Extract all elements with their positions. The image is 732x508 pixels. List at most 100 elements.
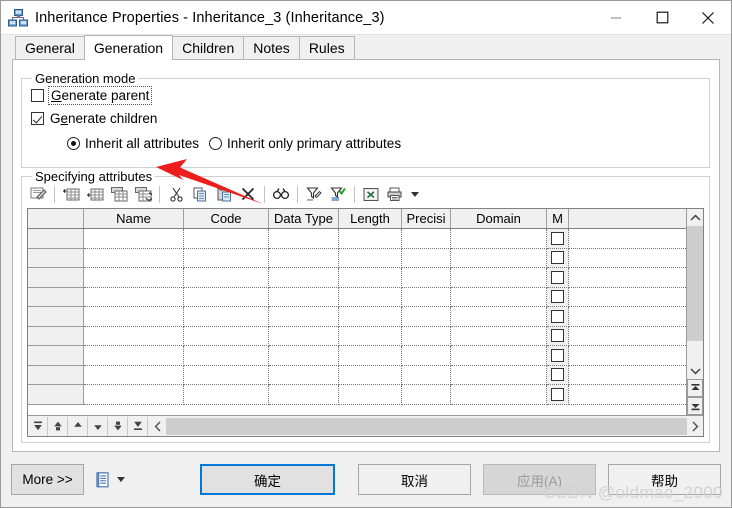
row-header-cell[interactable] xyxy=(28,326,84,346)
table-cell[interactable] xyxy=(339,326,402,346)
table-cell[interactable] xyxy=(569,326,686,346)
tab-children[interactable]: Children xyxy=(172,36,245,59)
table-cell[interactable] xyxy=(569,248,686,268)
mandatory-checkbox[interactable] xyxy=(551,309,564,323)
table-cell[interactable] xyxy=(269,268,339,288)
column-header-precision[interactable]: Precisi xyxy=(402,209,451,228)
filter-edit-icon[interactable] xyxy=(302,183,326,205)
mandatory-checkbox[interactable] xyxy=(551,270,564,284)
table-cell[interactable] xyxy=(451,346,547,366)
maximize-button[interactable] xyxy=(639,1,685,34)
mandatory-cell[interactable] xyxy=(547,229,569,249)
table-cell[interactable] xyxy=(451,287,547,307)
table-cell[interactable] xyxy=(451,307,547,327)
column-header-rownum[interactable] xyxy=(28,209,84,228)
tab-general[interactable]: General xyxy=(15,36,85,59)
move-up-top-icon[interactable] xyxy=(48,416,68,436)
tab-generation[interactable]: Generation xyxy=(83,35,174,60)
mandatory-checkbox[interactable] xyxy=(551,251,564,265)
table-row[interactable] xyxy=(28,365,686,385)
table-cell[interactable] xyxy=(184,326,269,346)
table-cell[interactable] xyxy=(269,248,339,268)
ok-button[interactable]: 确定 xyxy=(200,464,335,495)
table-cell[interactable] xyxy=(84,248,184,268)
paste-icon[interactable] xyxy=(212,183,236,205)
table-cell[interactable] xyxy=(269,346,339,366)
table-cell[interactable] xyxy=(184,248,269,268)
row-header-cell[interactable] xyxy=(28,268,84,288)
column-header-mandatory[interactable]: M xyxy=(547,209,569,228)
table-row[interactable] xyxy=(28,229,686,249)
copy-icon[interactable] xyxy=(188,183,212,205)
tab-notes[interactable]: Notes xyxy=(243,36,300,59)
mandatory-cell[interactable] xyxy=(547,365,569,385)
row-header-cell[interactable] xyxy=(28,365,84,385)
table-cell[interactable] xyxy=(339,248,402,268)
table-cell[interactable] xyxy=(339,346,402,366)
print-icon[interactable] xyxy=(383,183,407,205)
cut-icon[interactable] xyxy=(164,183,188,205)
table-cell[interactable] xyxy=(339,268,402,288)
table-cell[interactable] xyxy=(451,365,547,385)
grid-vertical-scrollbar[interactable] xyxy=(686,209,703,415)
table-cell[interactable] xyxy=(84,287,184,307)
column-header-domain[interactable]: Domain xyxy=(451,209,547,228)
generate-parent-checkbox[interactable]: Generate parent xyxy=(31,86,153,105)
table-cell[interactable] xyxy=(402,229,451,249)
table-cell[interactable] xyxy=(402,248,451,268)
move-up-icon[interactable] xyxy=(68,416,88,436)
delete-icon[interactable] xyxy=(236,183,260,205)
table-cell[interactable] xyxy=(184,229,269,249)
more-button[interactable]: More >> xyxy=(11,464,84,495)
move-down-bottom-icon[interactable] xyxy=(108,416,128,436)
add-list-icon[interactable] xyxy=(107,183,131,205)
mandatory-cell[interactable] xyxy=(547,268,569,288)
table-cell[interactable] xyxy=(402,307,451,327)
table-cell[interactable] xyxy=(184,268,269,288)
move-down-icon[interactable] xyxy=(88,416,108,436)
table-cell[interactable] xyxy=(84,326,184,346)
filter-apply-icon[interactable] xyxy=(326,183,350,205)
table-cell[interactable] xyxy=(184,385,269,405)
add-row-icon[interactable] xyxy=(83,183,107,205)
table-cell[interactable] xyxy=(339,287,402,307)
table-cell[interactable] xyxy=(184,365,269,385)
move-first-icon[interactable] xyxy=(28,416,48,436)
table-cell[interactable] xyxy=(84,229,184,249)
table-cell[interactable] xyxy=(339,365,402,385)
table-cell[interactable] xyxy=(84,365,184,385)
table-cell[interactable] xyxy=(339,385,402,405)
table-cell[interactable] xyxy=(569,365,686,385)
mandatory-checkbox[interactable] xyxy=(551,368,564,382)
table-cell[interactable] xyxy=(269,229,339,249)
table-row[interactable] xyxy=(28,268,686,288)
mandatory-checkbox[interactable] xyxy=(551,387,564,401)
print-report-icon[interactable] xyxy=(96,471,111,488)
table-cell[interactable] xyxy=(451,385,547,405)
properties-icon[interactable] xyxy=(26,183,50,205)
table-cell[interactable] xyxy=(451,268,547,288)
table-cell[interactable] xyxy=(184,307,269,327)
help-button[interactable]: 帮助 xyxy=(608,464,721,495)
mandatory-cell[interactable] xyxy=(547,385,569,405)
table-cell[interactable] xyxy=(184,287,269,307)
grid-horizontal-scrollbar[interactable] xyxy=(150,417,703,436)
table-cell[interactable] xyxy=(269,307,339,327)
table-cell[interactable] xyxy=(569,287,686,307)
table-cell[interactable] xyxy=(184,346,269,366)
column-header-name[interactable]: Name xyxy=(84,209,184,228)
row-header-cell[interactable] xyxy=(28,287,84,307)
scroll-track[interactable] xyxy=(687,341,703,362)
table-cell[interactable] xyxy=(451,229,547,249)
radio-inherit-primary[interactable]: Inherit only primary attributes xyxy=(209,136,401,151)
insert-row-icon[interactable] xyxy=(59,183,83,205)
mandatory-checkbox[interactable] xyxy=(551,290,564,304)
generate-children-checkbox[interactable]: Generate children xyxy=(31,111,157,126)
mandatory-cell[interactable] xyxy=(547,346,569,366)
table-cell[interactable] xyxy=(402,287,451,307)
radio-inherit-all[interactable]: Inherit all attributes xyxy=(67,136,199,151)
table-row[interactable] xyxy=(28,287,686,307)
scroll-up-icon[interactable] xyxy=(687,209,703,226)
grid-body[interactable] xyxy=(28,229,686,415)
find-icon[interactable] xyxy=(269,183,293,205)
